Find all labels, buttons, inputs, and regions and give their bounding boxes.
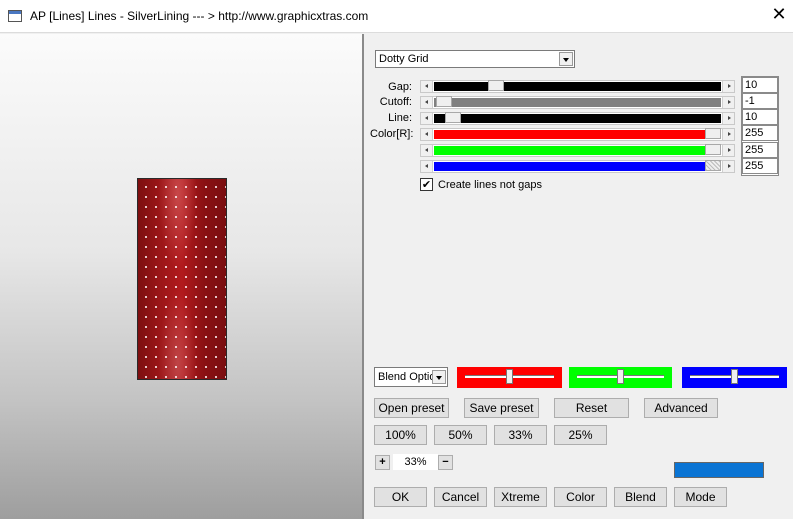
preset-dropdown[interactable]: Dotty Grid [375, 50, 575, 68]
green-blend-knob[interactable] [617, 369, 624, 384]
red-slider[interactable] [420, 128, 735, 141]
blue-slider-thumb[interactable] [705, 160, 721, 171]
zoom-33-button[interactable]: 33% [494, 425, 547, 445]
blue-blend-knob[interactable] [731, 369, 738, 384]
cutoff-slider-thumb[interactable] [436, 96, 452, 107]
app-window-icon [8, 10, 22, 22]
red-slider-thumb[interactable] [705, 128, 721, 139]
advanced-button[interactable]: Advanced [644, 398, 718, 418]
scroll-right-icon[interactable] [722, 145, 734, 156]
line-slider-thumb[interactable] [445, 112, 461, 123]
green-slider[interactable] [420, 144, 735, 157]
gap-slider-thumb[interactable] [488, 80, 504, 91]
chevron-down-icon[interactable] [559, 52, 573, 66]
scroll-left-icon[interactable] [421, 161, 433, 172]
gap-slider-track[interactable] [434, 82, 721, 91]
scroll-right-icon[interactable] [722, 113, 734, 124]
blue-slider[interactable] [420, 160, 735, 173]
cancel-button[interactable]: Cancel [434, 487, 487, 507]
color-r-label: Color[R]: [370, 128, 414, 140]
red-blend-slider[interactable] [457, 367, 562, 388]
reset-button[interactable]: Reset [554, 398, 629, 418]
blend-options-value: Blend Optio [378, 371, 436, 383]
scroll-left-icon[interactable] [421, 129, 433, 140]
gap-value-field[interactable]: 10 [742, 77, 778, 93]
cutoff-label: Cutoff: [379, 96, 412, 108]
scroll-left-icon[interactable] [421, 113, 433, 124]
scroll-right-icon[interactable] [722, 161, 734, 172]
zoom-100-button[interactable]: 100% [374, 425, 427, 445]
zoom-50-button[interactable]: 50% [434, 425, 487, 445]
green-value-field[interactable]: 255 [742, 142, 778, 158]
preview-panel[interactable] [0, 34, 364, 519]
blend-button[interactable]: Blend [614, 487, 667, 507]
scroll-right-icon[interactable] [722, 97, 734, 108]
green-slider-track[interactable] [434, 146, 705, 155]
close-icon[interactable]: ✕ [770, 6, 788, 24]
scroll-right-icon[interactable] [722, 129, 734, 140]
line-slider-track[interactable] [434, 114, 721, 123]
color-button[interactable]: Color [554, 487, 607, 507]
line-value-field[interactable]: 10 [742, 109, 778, 125]
ok-button[interactable]: OK [374, 487, 427, 507]
red-blend-knob[interactable] [506, 369, 513, 384]
title-bar: AP [Lines] Lines - SilverLining --- > ht… [0, 0, 793, 33]
cutoff-slider[interactable] [420, 96, 735, 109]
xtreme-button[interactable]: Xtreme [494, 487, 547, 507]
scroll-right-icon[interactable] [722, 81, 734, 92]
line-label: Line: [388, 112, 412, 124]
blue-blend-slider[interactable] [682, 367, 787, 388]
scroll-left-icon[interactable] [421, 145, 433, 156]
color-swatch[interactable] [674, 462, 764, 478]
line-slider[interactable] [420, 112, 735, 125]
zoom-in-button[interactable]: + [375, 455, 390, 470]
zoom-value: 33% [393, 454, 438, 470]
scroll-left-icon[interactable] [421, 81, 433, 92]
scroll-left-icon[interactable] [421, 97, 433, 108]
blue-slider-track[interactable] [434, 162, 705, 171]
mode-button[interactable]: Mode [674, 487, 727, 507]
gap-label: Gap: [388, 81, 412, 93]
cutoff-slider-track[interactable] [434, 98, 721, 107]
preview-image [137, 178, 227, 380]
green-blend-slider[interactable] [569, 367, 672, 388]
zoom-out-button[interactable]: − [438, 455, 453, 470]
window-title: AP [Lines] Lines - SilverLining --- > ht… [30, 9, 369, 23]
gap-slider[interactable] [420, 80, 735, 93]
create-lines-checkbox[interactable]: ✔ [420, 178, 433, 191]
red-value-field[interactable]: 255 [742, 125, 778, 141]
green-slider-thumb[interactable] [705, 144, 721, 155]
blue-value-field[interactable]: 255 [742, 158, 778, 174]
blend-options-dropdown[interactable]: Blend Optio [374, 367, 448, 387]
create-lines-label: Create lines not gaps [438, 179, 542, 191]
save-preset-button[interactable]: Save preset [464, 398, 539, 418]
chevron-down-icon[interactable] [432, 370, 446, 384]
zoom-25-button[interactable]: 25% [554, 425, 607, 445]
cutoff-value-field[interactable]: -1 [742, 93, 778, 109]
red-slider-track[interactable] [434, 130, 705, 139]
open-preset-button[interactable]: Open preset [374, 398, 449, 418]
preset-dropdown-value: Dotty Grid [379, 53, 429, 65]
